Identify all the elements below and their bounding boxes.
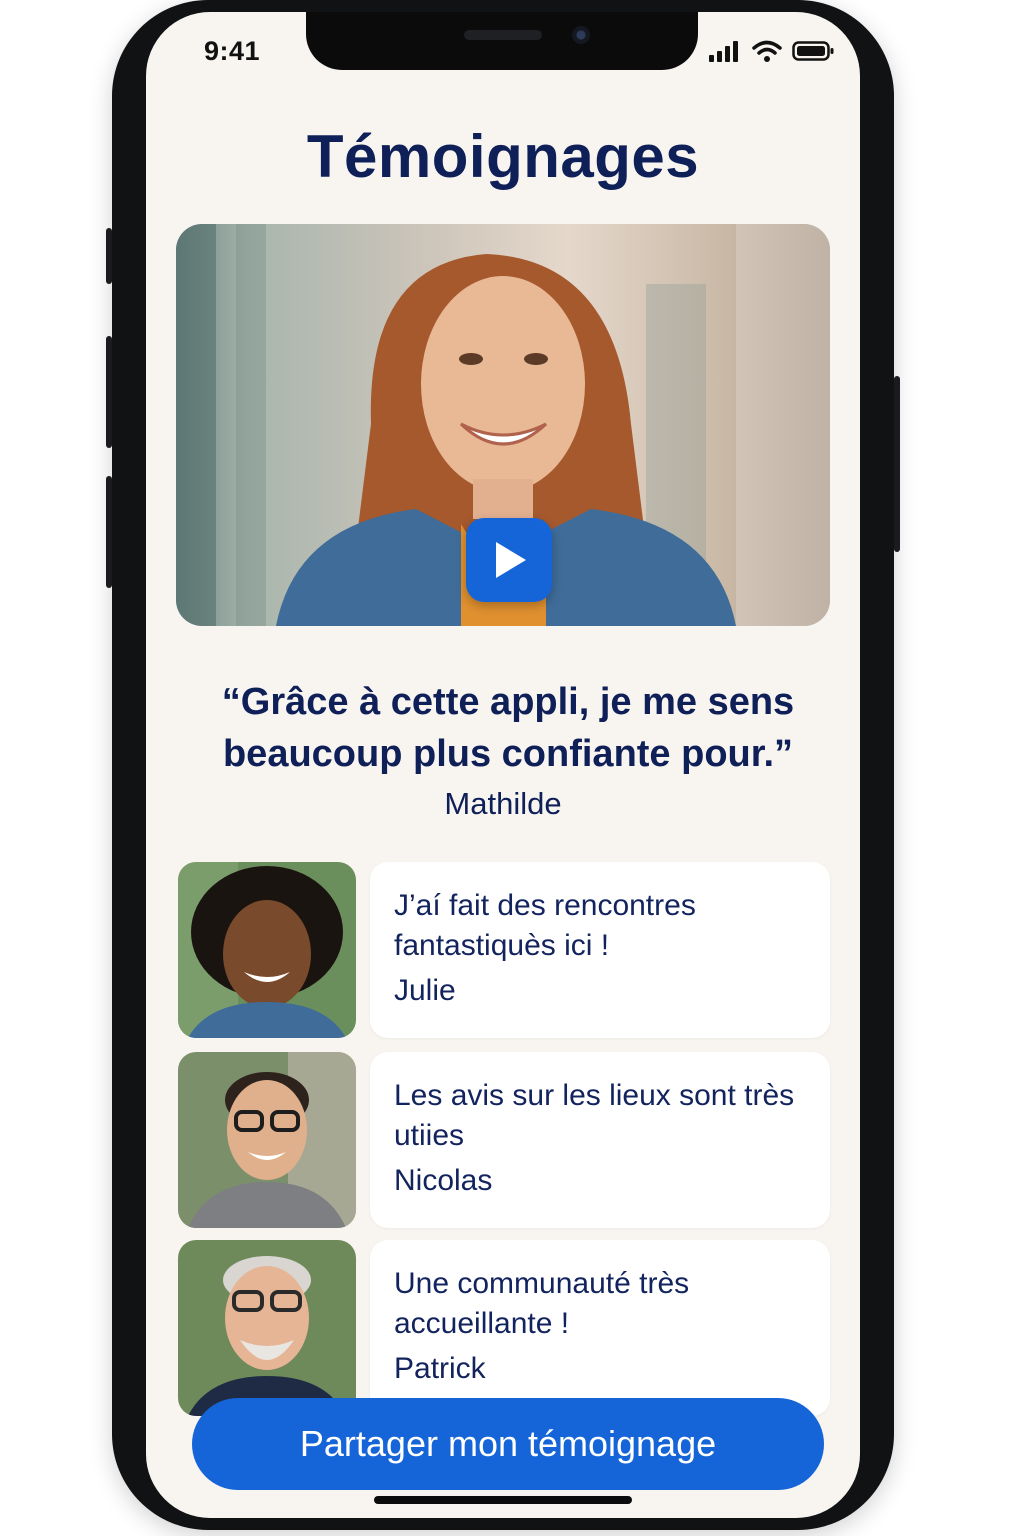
silent-switch — [106, 228, 112, 284]
share-testimonial-button[interactable]: Partager mon témoignage — [192, 1398, 824, 1490]
play-button[interactable] — [466, 518, 552, 602]
testimonial-text: J’aí fait des rencontres fantastiquès ic… — [394, 889, 696, 962]
featured-video[interactable] — [176, 224, 830, 626]
testimonial-text: Une communauté très accueillante ! — [394, 1267, 690, 1340]
testimonial-name: Patrick — [394, 1352, 486, 1385]
home-indicator[interactable] — [374, 1496, 632, 1504]
battery-icon — [792, 40, 834, 67]
page-title: Témoignages — [306, 123, 700, 190]
testimonial-name: Nicolas — [394, 1164, 493, 1197]
volume-up-button — [106, 336, 112, 448]
testimonial-item[interactable]: Les avis sur les lieux sont très utiies … — [178, 1052, 830, 1228]
front-camera — [572, 26, 590, 44]
power-button — [894, 376, 900, 552]
testimonial-name: Julie — [394, 974, 456, 1007]
avatar — [178, 862, 356, 1038]
testimonial-card: Une communauté très accueillante ! Patri… — [370, 1240, 830, 1416]
status-icons — [708, 40, 834, 67]
testimonial-card: Les avis sur les lieux sont très utiies … — [370, 1052, 830, 1228]
screen: 9:41 Témoignages “Grâce à cette appli, j… — [146, 12, 860, 1518]
featured-quote-author: Mathilde — [444, 786, 562, 821]
wifi-icon — [752, 40, 782, 67]
testimonial-item[interactable]: Une communauté très accueillante ! Patri… — [178, 1240, 830, 1416]
volume-down-button — [106, 476, 112, 588]
speaker — [464, 30, 542, 40]
avatar — [178, 1052, 356, 1228]
notch — [306, 12, 698, 70]
featured-quote: “Grâce à cette appli, je me sens beaucou… — [221, 681, 795, 775]
signal-icon — [708, 40, 742, 67]
testimonial-item[interactable]: J’aí fait des rencontres fantastiquès ic… — [178, 862, 830, 1038]
testimonial-text: Les avis sur les lieux sont très utiies — [394, 1079, 795, 1152]
avatar — [178, 1240, 356, 1416]
status-time: 9:41 — [204, 36, 261, 66]
testimonial-card: J’aí fait des rencontres fantastiquès ic… — [370, 862, 830, 1038]
